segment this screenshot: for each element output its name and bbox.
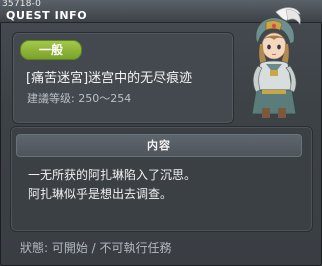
content-line: 一无所获的阿扎琳陷入了沉思。 — [28, 168, 197, 182]
npc-portrait-icon — [251, 7, 301, 118]
content-header: 内容 — [16, 134, 302, 157]
quest-type-badge: 一般 — [20, 40, 82, 60]
quest-name: [痛苦迷宮]迷宫中的无尽痕迹 — [26, 71, 193, 86]
recommended-level: 建議等级: 250～254 — [27, 92, 132, 105]
quest-status: 狀態: 可開始 / 不可執行任務 — [20, 241, 172, 255]
content-line: 阿扎琳似乎是想出去调查。 — [28, 187, 173, 201]
quest-id: 35718-0 — [2, 0, 42, 9]
window-title: QUEST INFO — [6, 9, 88, 22]
